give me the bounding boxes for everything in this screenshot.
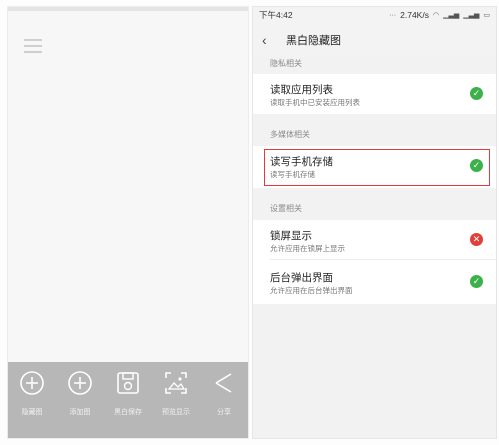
check-icon: ✓ [470,275,483,288]
top-strip [8,7,248,11]
cross-icon: ✕ [470,233,483,246]
wifi-icon: ◠ [432,12,440,19]
status-bar: 下午4:42 ··· 2.74K/s ◠ ▁▃▅ ▁▃▅ ▭ [253,7,496,23]
section-label-privacy: 隐私相关 [270,59,302,68]
tool-hide-image-button[interactable]: 隐藏图 [10,370,54,417]
status-time: 下午4:42 [259,10,293,20]
signal-icon: ▁▃▅ [443,12,460,19]
media-card: 读写手机存储 读写手机存储 ✓ [253,146,496,188]
network-speed: 2.74K/s [400,10,429,20]
signal-icon: ▁▃▅ [463,12,480,19]
permission-item-background-popup[interactable]: 后台弹出界面 允许应用在后台弹出界面 ✓ [253,262,496,302]
plus-circle-icon [20,371,44,395]
item-title: 后台弹出界面 [270,272,333,284]
section-label-settings: 设置相关 [270,204,302,213]
more-dots-icon: ··· [389,11,397,19]
item-title: 读取应用列表 [270,84,333,96]
item-subtitle: 允许应用在后台弹出界面 [270,286,353,295]
app-header: ‹ 黑白隐藏图 [253,23,496,57]
screenshot-frame: 隐藏图 添加图 黑白保存 预览显示 分享 下午4:42 ··· 2.74K/s … [0,0,499,445]
save-icon [117,372,139,394]
tool-label: 分享 [217,409,231,416]
permission-item-app-list[interactable]: 读取应用列表 读取手机中已安装应用列表 ✓ [253,74,496,114]
permission-item-storage[interactable]: 读写手机存储 读写手机存储 ✓ [253,146,496,186]
menu-icon[interactable] [24,39,42,53]
permission-item-lockscreen[interactable]: 锁屏显示 允许应用在锁屏上显示 ✕ [253,220,496,260]
settings-card: 锁屏显示 允许应用在锁屏上显示 ✕ 后台弹出界面 允许应用在后台弹出界面 ✓ [253,220,496,304]
tool-label: 预览显示 [162,409,190,416]
battery-icon: ▭ [483,12,490,19]
share-icon [215,373,232,393]
tool-label: 添加图 [69,409,91,416]
page-title: 黑白隐藏图 [286,35,341,47]
image-frame-icon [165,372,187,394]
privacy-card: 读取应用列表 读取手机中已安装应用列表 ✓ [253,74,496,114]
item-title: 读写手机存储 [270,156,333,168]
item-subtitle: 读写手机存储 [270,170,315,179]
editor-panel: 隐藏图 添加图 黑白保存 预览显示 分享 [7,6,249,439]
item-title: 锁屏显示 [270,230,312,242]
tool-label: 黑白保存 [114,409,142,416]
tool-share-button[interactable]: 分享 [202,370,246,417]
item-subtitle: 读取手机中已安装应用列表 [270,98,360,107]
back-arrow-icon[interactable]: ‹ [262,33,274,47]
section-label-media: 多媒体相关 [270,130,310,139]
plus-circle-icon [68,371,92,395]
check-icon: ✓ [470,87,483,100]
tool-label: 隐藏图 [21,409,43,416]
tool-add-image-button[interactable]: 添加图 [58,370,102,417]
item-subtitle: 允许应用在锁屏上显示 [270,244,345,253]
divider [270,259,496,260]
check-icon: ✓ [470,159,483,172]
tool-save-button[interactable]: 黑白保存 [106,370,150,417]
bottom-toolbar: 隐藏图 添加图 黑白保存 预览显示 分享 [8,362,248,438]
tool-preview-button[interactable]: 预览显示 [154,370,198,417]
permissions-screen: 下午4:42 ··· 2.74K/s ◠ ▁▃▅ ▁▃▅ ▭ ‹ 黑白隐藏图 隐… [252,6,497,439]
